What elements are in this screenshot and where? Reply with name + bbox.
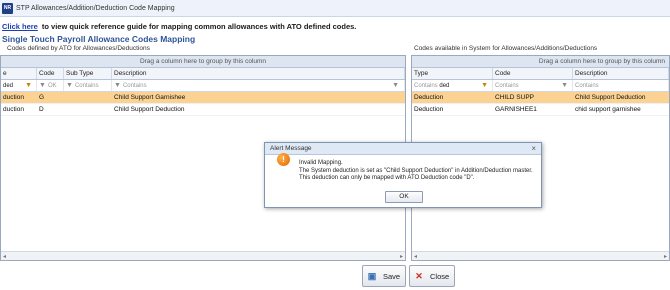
table-row[interactable]: Deduction CHILD SUPP Child Support Deduc… <box>412 92 669 104</box>
save-button[interactable]: ▣ Save <box>362 265 406 287</box>
right-grid-header: Type Code Description <box>412 68 669 80</box>
filter-icon[interactable]: ▼ <box>481 80 488 91</box>
left-group-bar[interactable]: Drag a column here to group by this colu… <box>1 56 405 68</box>
col-description-header[interactable]: Description <box>112 68 405 79</box>
left-panel-caption: Codes defined by ATO for Allowances/Dedu… <box>7 45 150 52</box>
col-subtype-header[interactable]: Sub Type <box>64 68 112 79</box>
alert-message: Invalid Mapping. The System deduction is… <box>265 155 541 183</box>
close-x-icon: ✕ <box>415 270 423 281</box>
window-titlebar: NR STP Allowances/Addition/Deduction Cod… <box>0 0 670 17</box>
right-horizontal-scrollbar[interactable]: ◂ ▸ <box>412 251 669 260</box>
app-icon: NR <box>2 2 13 14</box>
col-code-header[interactable]: Code <box>37 68 64 79</box>
reference-guide-text: to view quick reference guide for mappin… <box>41 21 357 31</box>
description-filter[interactable]: Contains <box>573 80 669 91</box>
description-filter[interactable]: ▼ Contains ▼ <box>112 80 405 91</box>
filter-icon[interactable]: ▼ <box>25 80 32 91</box>
window-title: STP Allowances/Addition/Deduction Code M… <box>16 4 175 12</box>
col-type-header[interactable]: Type <box>412 68 493 79</box>
scroll-left-icon[interactable]: ◂ <box>3 253 6 260</box>
alert-message-line: This deduction can only be mapped with A… <box>299 175 475 181</box>
right-panel-caption: Codes available in System for Allowances… <box>414 45 598 52</box>
close-button[interactable]: ✕ Close <box>409 265 455 287</box>
code-filter[interactable]: ▼ OK <box>37 80 64 91</box>
reference-guide-link[interactable]: Click here <box>2 22 38 31</box>
right-group-bar[interactable]: Drag a column here to group by this colu… <box>412 56 669 68</box>
subtype-filter[interactable]: ▼ Contains <box>64 80 112 91</box>
alert-message-line: The System deduction is set as "Child Su… <box>299 167 533 174</box>
filter-icon[interactable]: ▼ <box>114 82 121 89</box>
filter-icon[interactable]: ▼ <box>39 82 46 89</box>
left-filter-row: ded ▼ ▼ OK ▼ Contains ▼ Contains ▼ <box>1 80 405 92</box>
left-horizontal-scrollbar[interactable]: ◂ ▸ <box>1 251 405 260</box>
scroll-right-icon[interactable]: ▸ <box>400 253 403 260</box>
right-filter-row: Contains ded ▼ Contains ▼ Contains <box>412 80 669 92</box>
floppy-disk-icon: ▣ <box>367 270 377 281</box>
scroll-left-icon[interactable]: ◂ <box>414 253 417 260</box>
code-filter[interactable]: Contains ▼ <box>493 80 573 91</box>
table-row[interactable]: Deduction GARNISHEE1 chid support garnis… <box>412 104 669 116</box>
alert-message-line: Invalid Mapping. <box>299 160 343 166</box>
alert-dialog-titlebar: Alert Message × <box>265 143 541 155</box>
close-icon[interactable]: × <box>531 144 536 153</box>
alert-dialog-title: Alert Message <box>270 145 312 152</box>
filter-icon[interactable]: ▼ <box>561 80 568 91</box>
scroll-right-icon[interactable]: ▸ <box>664 253 667 260</box>
reference-guide-bar: Click here to view quick reference guide… <box>0 19 356 33</box>
table-row[interactable]: duction D Child Support Deduction <box>1 104 405 116</box>
filter-icon[interactable]: ▼ <box>392 80 399 91</box>
ok-button[interactable]: OK <box>385 191 423 203</box>
filter-icon[interactable]: ▼ <box>66 82 73 89</box>
type-filter[interactable]: Contains ded ▼ <box>412 80 493 91</box>
col-description-header[interactable]: Description <box>573 68 669 79</box>
alert-dialog: Alert Message × ! Invalid Mapping. The S… <box>264 142 542 208</box>
col-type-header[interactable]: e <box>1 68 37 79</box>
type-filter[interactable]: ded ▼ <box>1 80 37 91</box>
page-subtitle: Single Touch Payroll Allowance Codes Map… <box>2 34 196 44</box>
table-row[interactable]: duction G Child Support Garnishee <box>1 92 405 104</box>
left-grid-header: e Code Sub Type Description <box>1 68 405 80</box>
col-code-header[interactable]: Code <box>493 68 573 79</box>
